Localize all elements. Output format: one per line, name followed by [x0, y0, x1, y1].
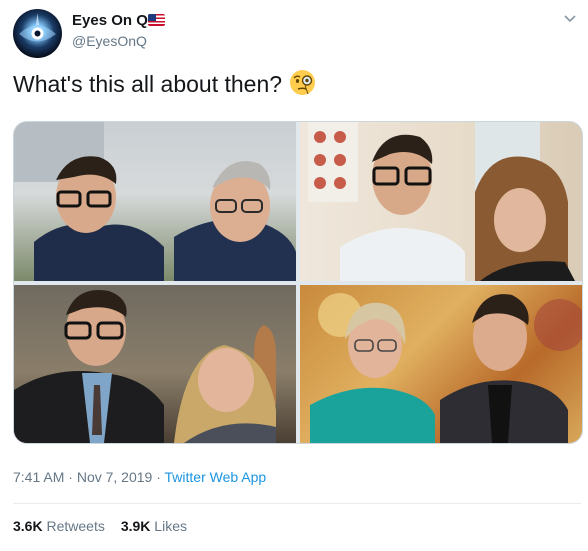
tweet-stats: 3.6K Retweets 3.9K Likes [13, 518, 187, 534]
meta-separator: · [68, 469, 73, 485]
divider [13, 503, 581, 504]
photo-4[interactable] [300, 285, 582, 443]
author-display-name[interactable]: Eyes On Q [72, 12, 148, 29]
likes-count: 3.9K [120, 518, 151, 534]
photo-3-image [14, 290, 276, 443]
photo-4-image [310, 293, 582, 443]
photo-1[interactable] [14, 122, 296, 281]
avatar[interactable] [13, 9, 62, 58]
us-flag-icon [148, 14, 165, 26]
tweet-date[interactable]: Nov 7, 2019 [77, 469, 153, 485]
photo-1-image [14, 122, 296, 281]
retweets-count: 3.6K [13, 518, 43, 534]
face-with-monocle-icon [290, 70, 315, 95]
tweet-source-link[interactable]: Twitter Web App [165, 469, 267, 485]
eye-icon [19, 13, 56, 42]
chevron-down-icon[interactable] [563, 14, 577, 24]
likes-stat[interactable]: 3.9K Likes [121, 518, 187, 534]
tweet-text: What's this all about then? [13, 71, 283, 97]
meta-separator: · [156, 469, 161, 485]
retweets-stat[interactable]: 3.6K Retweets [13, 518, 105, 534]
tweet-time[interactable]: 7:41 AM [13, 469, 64, 485]
tweet-card: Eyes On Q @EyesOnQ What's this all about… [0, 0, 588, 551]
author-handle[interactable]: @EyesOnQ [72, 33, 147, 49]
photo-3[interactable] [14, 285, 296, 443]
media-grid[interactable] [13, 121, 583, 444]
photo-2-image [308, 122, 575, 281]
likes-label: Likes [154, 518, 187, 534]
tweet-meta: 7:41 AM · Nov 7, 2019 · Twitter Web App [13, 469, 266, 485]
retweets-label: Retweets [46, 518, 105, 534]
photo-2[interactable] [300, 122, 582, 281]
